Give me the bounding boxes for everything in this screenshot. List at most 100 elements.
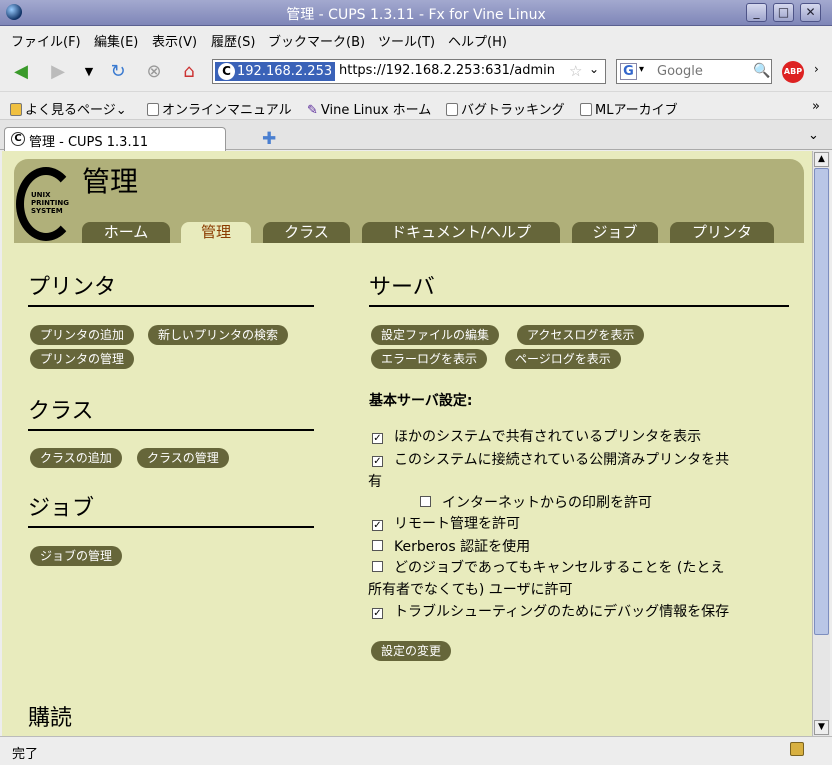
checkbox[interactable] <box>420 496 431 507</box>
tab-home[interactable]: ホーム <box>82 222 170 243</box>
site-identity-button[interactable]: C 192.168.2.253 <box>215 62 336 81</box>
printers-heading: プリンタ <box>28 269 314 307</box>
window-titlebar: 管理 - CUPS 1.3.11 - Fx for Vine Linux _ □… <box>0 0 832 26</box>
tab-printers[interactable]: プリンタ <box>670 222 774 243</box>
add-class-button[interactable]: クラスの追加 <box>30 448 122 468</box>
bookmark-label: Vine Linux ホーム <box>320 103 432 118</box>
bookmark-bug-tracking[interactable]: バグトラッキング <box>446 99 565 118</box>
close-window-button[interactable]: ✕ <box>800 3 821 22</box>
tab-docs-help[interactable]: ドキュメント/ヘルプ <box>362 222 560 243</box>
subscriptions-heading: 購読 <box>28 700 788 736</box>
bookmark-label: よく見るページ <box>25 103 116 118</box>
menu-view[interactable]: 表示(V) <box>152 31 197 50</box>
classes-heading: クラス <box>28 393 314 431</box>
server-heading: サーバ <box>369 269 789 307</box>
tab-strip: C 管理 - CUPS 1.3.11 ✚ ⌄ <box>0 120 832 151</box>
back-icon[interactable]: ◀ <box>9 61 33 83</box>
checkbox[interactable]: ✓ <box>372 608 383 619</box>
option-label: ほかのシステムで共有されているプリンタを表示 <box>394 429 702 445</box>
search-input[interactable] <box>657 63 753 80</box>
option-allow-remote-admin[interactable]: ✓ リモート管理を許可 <box>372 513 520 535</box>
bookmark-most-visited[interactable]: よく見るページ⌄ <box>10 99 127 118</box>
apply-settings-button[interactable]: 設定の変更 <box>371 641 452 661</box>
checkbox[interactable]: ✓ <box>372 456 383 467</box>
stop-icon[interactable]: ⊗ <box>142 61 166 83</box>
edit-config-button[interactable]: 設定ファイルの編集 <box>371 325 500 345</box>
menu-bookmarks[interactable]: ブックマーク(B) <box>268 31 365 50</box>
cups-page: UNIX PRINTING SYSTEM 管理 ホーム 管理 クラス ドキュメン… <box>2 151 812 736</box>
checkbox[interactable] <box>372 561 383 572</box>
site-identity-label: 192.168.2.253 <box>237 64 333 79</box>
tab-classes[interactable]: クラス <box>263 222 350 243</box>
tab-jobs[interactable]: ジョブ <box>572 222 658 243</box>
new-tab-icon[interactable]: ✚ <box>262 129 276 149</box>
bookmark-ml-archive[interactable]: MLアーカイブ <box>580 99 678 118</box>
view-access-log-button[interactable]: アクセスログを表示 <box>517 325 645 345</box>
menu-file[interactable]: ファイル(F) <box>11 31 81 50</box>
menu-edit[interactable]: 編集(E) <box>94 31 138 50</box>
option-label: どのジョブであってもキャンセルすることを (たとえ <box>394 560 725 576</box>
navigation-toolbar: ◀ ▶ ▼ ↻ ⊗ ⌂ C 192.168.2.253 https://192.1… <box>0 51 832 92</box>
jobs-heading: ジョブ <box>28 490 314 528</box>
address-bar[interactable]: C 192.168.2.253 https://192.168.2.253:631… <box>212 59 606 84</box>
menu-history[interactable]: 履歴(S) <box>211 31 255 50</box>
option-label: Kerberos 認証を使用 <box>394 539 531 555</box>
toolbar-overflow-icon[interactable]: › <box>814 62 819 76</box>
tab-list-icon[interactable]: ⌄ <box>808 128 819 143</box>
scrollbar-thumb[interactable] <box>814 168 829 635</box>
bookmarks-overflow-icon[interactable]: » <box>812 99 820 114</box>
tab-label: 管理 - CUPS 1.3.11 <box>29 135 149 150</box>
lock-icon[interactable] <box>790 742 804 756</box>
view-error-log-button[interactable]: エラーログを表示 <box>371 349 488 369</box>
option-allow-user-cancel-any[interactable]: どのジョブであってもキャンセルすることを (たとえ <box>372 557 792 579</box>
checkbox[interactable]: ✓ <box>372 520 383 531</box>
history-dropdown-icon[interactable]: ▼ <box>77 61 101 83</box>
bookmark-star-icon[interactable]: ☆ <box>569 62 582 80</box>
option-show-shared-printers[interactable]: ✓ ほかのシステムで共有されているプリンタを表示 <box>372 426 701 448</box>
search-engine-icon[interactable]: G <box>620 63 637 80</box>
checkbox[interactable]: ✓ <box>372 433 383 444</box>
url-dropdown-icon[interactable]: ⌄ <box>589 62 599 76</box>
adblock-plus-icon[interactable]: ABP <box>782 61 804 83</box>
reload-icon[interactable]: ↻ <box>106 61 130 83</box>
logo-line: UNIX <box>31 191 51 199</box>
view-page-log-button[interactable]: ページログを表示 <box>505 349 621 369</box>
option-allow-internet-printing[interactable]: インターネットからの印刷を許可 <box>420 492 652 514</box>
page-icon <box>446 103 458 116</box>
vertical-scrollbar[interactable]: ▲ ▼ <box>812 151 830 736</box>
page-icon <box>147 103 159 116</box>
url-text[interactable]: https://192.168.2.253:631/admin <box>339 63 555 78</box>
search-engine-dropdown-icon[interactable]: ▾ <box>639 64 644 75</box>
manage-classes-button[interactable]: クラスの管理 <box>137 448 229 468</box>
option-label: このシステムに接続されている公開済みプリンタを共 <box>394 452 730 468</box>
bookmark-vine-home[interactable]: ✎ Vine Linux ホーム <box>307 99 431 118</box>
tab-admin-page[interactable]: 管理 <box>181 222 251 243</box>
cups-logo-text: UNIX PRINTING SYSTEM <box>31 191 69 215</box>
option-share-published-printers[interactable]: ✓ このシステムに接続されている公開済みプリンタを共 <box>372 449 792 471</box>
minimize-button[interactable]: _ <box>746 3 767 22</box>
cups-favicon-icon: C <box>218 63 235 80</box>
option-label: トラブルシューティングのためにデバッグ情報を保存 <box>394 604 730 620</box>
maximize-button[interactable]: □ <box>773 3 794 22</box>
search-box[interactable]: G ▾ 🔍 <box>616 59 772 84</box>
manage-jobs-button[interactable]: ジョブの管理 <box>30 546 123 566</box>
basic-settings-title: 基本サーバ設定: <box>369 393 473 409</box>
menu-tools[interactable]: ツール(T) <box>378 31 435 50</box>
home-icon[interactable]: ⌂ <box>177 61 201 83</box>
content-viewport: UNIX PRINTING SYSTEM 管理 ホーム 管理 クラス ドキュメン… <box>2 151 812 736</box>
forward-icon[interactable]: ▶ <box>46 61 70 83</box>
tab-admin[interactable]: C 管理 - CUPS 1.3.11 <box>4 127 226 151</box>
checkbox[interactable] <box>372 540 383 551</box>
manage-printers-button[interactable]: プリンタの管理 <box>30 349 135 369</box>
menu-help[interactable]: ヘルプ(H) <box>448 31 507 50</box>
option-save-debug-info[interactable]: ✓ トラブルシューティングのためにデバッグ情報を保存 <box>372 601 729 623</box>
add-printer-button[interactable]: プリンタの追加 <box>30 325 135 345</box>
search-icon[interactable]: 🔍 <box>753 63 770 79</box>
option-use-kerberos[interactable]: Kerberos 認証を使用 <box>372 536 530 558</box>
scroll-down-icon[interactable]: ▼ <box>814 720 829 735</box>
cups-favicon-icon: C <box>11 132 25 146</box>
scroll-up-icon[interactable]: ▲ <box>814 152 829 167</box>
bookmark-online-manual[interactable]: オンラインマニュアル <box>147 99 292 118</box>
window-title: 管理 - CUPS 1.3.11 - Fx for Vine Linux <box>286 7 546 23</box>
find-new-printers-button[interactable]: 新しいプリンタの検索 <box>148 325 289 345</box>
